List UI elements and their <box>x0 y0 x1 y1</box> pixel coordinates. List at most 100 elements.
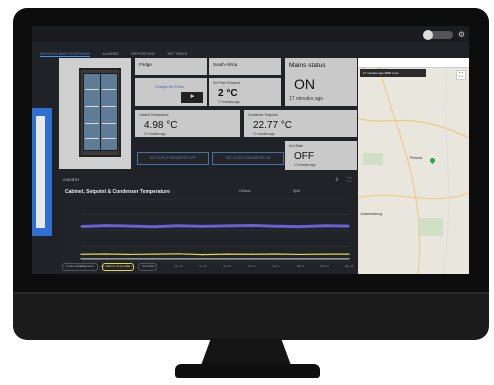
x-tick-label: May 5 <box>297 264 305 268</box>
set-condenser-button[interactable]: SET COOLS PARAMETER ON <box>212 152 284 165</box>
condenser-ago: 17 minutes ago <box>253 132 275 136</box>
map-tabs: Map Satellite <box>358 58 469 72</box>
x-tick-label: Apr 15 <box>199 264 207 268</box>
tab-settings[interactable]: SETTINGS <box>167 51 187 56</box>
side-drawer[interactable] <box>32 108 52 236</box>
legend-chip-setpoint[interactable]: Set Point <box>138 263 157 271</box>
series-line-0 <box>80 223 350 229</box>
fridge-image <box>79 68 121 157</box>
mains-value: ON <box>294 76 315 92</box>
data-point <box>226 225 228 227</box>
toggle-knob <box>423 30 433 40</box>
eco-value: OFF <box>294 151 314 162</box>
fridge-shelf <box>102 123 116 124</box>
data-point <box>177 258 180 260</box>
fridge-shelf <box>102 138 116 139</box>
change-photo-card: Change the Photo ➤ <box>135 78 207 106</box>
x-tick-label: May 1 <box>272 264 280 268</box>
fridge-shelf <box>85 106 99 107</box>
data-point <box>348 225 350 227</box>
theme-toggle[interactable] <box>423 30 453 40</box>
data-point <box>299 253 301 256</box>
data-point <box>299 225 301 228</box>
data-point <box>202 253 204 256</box>
data-point <box>348 258 350 260</box>
monitor-base <box>175 364 320 378</box>
data-point <box>275 225 277 227</box>
condenser-temp-card: Condenser Temperat 22.77 °C 17 minutes a… <box>244 110 357 137</box>
cabinet-temp-card: Cabinet Temperature 4.98 °C 17 minutes a… <box>135 110 240 137</box>
data-point <box>153 226 155 228</box>
map-label-pretoria: Pretoria <box>410 156 423 160</box>
data-point <box>129 225 131 227</box>
tab-devices[interactable]: DEVICES AND POSITIONS <box>40 51 90 57</box>
map-canvas <box>358 58 469 274</box>
eco-label: Eco State <box>289 144 303 148</box>
data-point <box>299 258 301 260</box>
eco-state-card: Eco State OFF 17 minutes ago <box>285 141 357 170</box>
eco-ago: 17 minutes ago <box>294 163 316 167</box>
x-tick-label: Apr 25 <box>248 264 256 268</box>
data-point <box>250 253 253 255</box>
cabinet-label: Cabinet Temperature <box>139 113 169 117</box>
side-drawer-content <box>36 116 45 228</box>
device-name: Fridge <box>139 62 152 67</box>
data-point <box>250 224 253 227</box>
mains-title: Mains status <box>289 62 326 69</box>
data-point <box>129 253 131 256</box>
temperature-chart[interactable]: Mar 21 Mar 26 Mar 31 Apr 5 Apr 10 Apr 15 Apr 2… <box>59 174 357 274</box>
fridge-shelf <box>85 123 99 124</box>
map-panel[interactable]: Map Satellite 17 minutes ago 2668 m (in … <box>358 58 469 274</box>
data-point <box>226 253 228 255</box>
data-point <box>250 258 253 260</box>
data-point <box>80 225 82 228</box>
data-point <box>80 258 82 260</box>
legend-chip-cabinet[interactable]: Cabinet Temperature <box>102 263 135 271</box>
data-point <box>324 253 326 255</box>
data-point <box>202 225 204 228</box>
data-point <box>226 258 228 260</box>
chart-panel: A MONTH ⇩ ⛶ Cabinet, Setpoint & Condense… <box>59 174 357 274</box>
tab-reporting[interactable]: REPORTING <box>131 51 155 56</box>
tab-alarms[interactable]: ALARMS <box>102 51 118 56</box>
x-tick-label: May 10 <box>320 264 329 268</box>
setpoint-value: 2 °C <box>218 88 238 99</box>
fridge-shelf <box>102 89 116 90</box>
set-cabinet-button[interactable]: SET COOLS PARAMETER OFF <box>137 152 209 165</box>
fridge-shelf <box>85 138 99 139</box>
data-point <box>177 253 180 255</box>
location-card: South Africa <box>209 58 281 75</box>
cabinet-value: 4.98 °C <box>144 120 178 131</box>
fridge-shelf <box>85 89 99 90</box>
mains-ago: 17 minutes ago <box>289 96 324 102</box>
map-fullscreen-icon[interactable]: ⛶ <box>456 70 466 80</box>
data-point <box>324 225 326 227</box>
data-point <box>153 253 155 255</box>
data-point <box>177 225 180 227</box>
top-bar: ⚙ <box>32 26 469 42</box>
fridge-shelf <box>102 106 116 107</box>
mains-status-card: Mains status ON 17 minutes ago <box>285 58 357 106</box>
device-location: South Africa <box>213 62 238 67</box>
change-photo-button[interactable]: ➤ <box>181 92 203 103</box>
device-name-card: Fridge <box>135 58 207 75</box>
x-tick-label: May 15 <box>345 264 354 268</box>
data-point <box>104 253 106 255</box>
legend-chip-condenser[interactable]: Condenser Temperature <box>62 263 98 271</box>
data-point <box>348 253 350 255</box>
user-icon[interactable]: ⚙ <box>458 30 465 39</box>
data-point <box>275 258 277 260</box>
screen: ⚙ DEVICES AND POSITIONS ALARMS REPORTING… <box>32 26 469 274</box>
data-point <box>129 258 131 260</box>
x-tick-label: Apr 20 <box>223 264 231 268</box>
data-point <box>324 258 326 260</box>
map-label-johannesburg: Johannesburg <box>360 212 383 216</box>
data-point <box>153 258 155 260</box>
change-photo-link[interactable]: Change the Photo <box>155 85 184 89</box>
data-point <box>104 225 106 227</box>
condenser-value: 22.77 °C <box>253 120 293 131</box>
cabinet-ago: 17 minutes ago <box>144 132 166 136</box>
data-point <box>202 258 204 260</box>
nav-bar: DEVICES AND POSITIONS ALARMS REPORTING S… <box>32 42 357 57</box>
data-point <box>104 258 106 260</box>
